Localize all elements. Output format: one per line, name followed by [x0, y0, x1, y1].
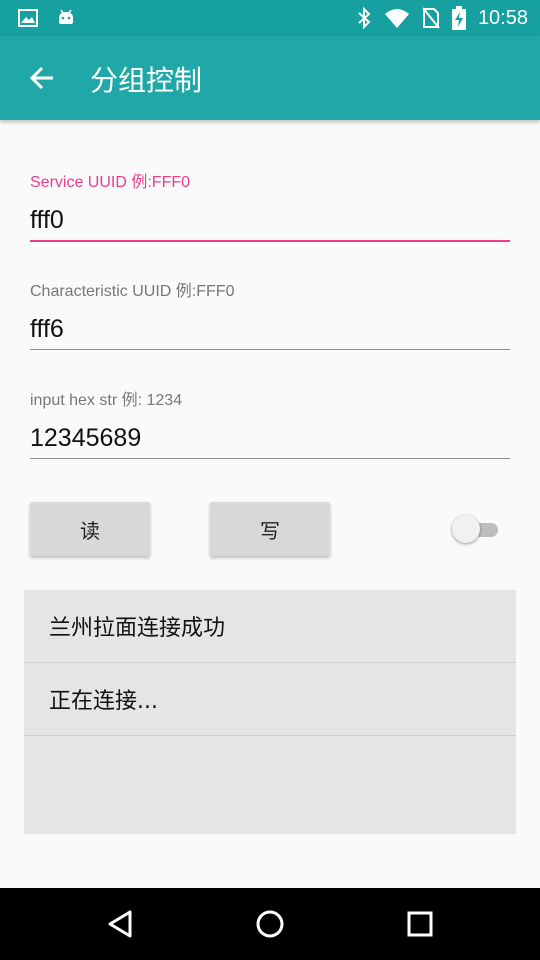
- characteristic-uuid-input[interactable]: fff6: [30, 309, 510, 349]
- switch-thumb: [452, 515, 480, 543]
- characteristic-uuid-field[interactable]: Characteristic UUID 例:FFF0 fff6: [30, 277, 510, 350]
- log-list: 兰州拉面连接成功 正在连接...: [24, 590, 516, 834]
- characteristic-uuid-label: Characteristic UUID 例:FFF0: [30, 283, 235, 300]
- hex-input[interactable]: 12345689: [30, 418, 510, 458]
- square-recents-icon: [407, 911, 433, 937]
- status-bar: 10:58: [0, 0, 540, 36]
- no-sim-icon: [422, 7, 440, 29]
- triangle-back-icon: [108, 910, 132, 938]
- navigation-bar: [0, 888, 540, 960]
- nav-home-button[interactable]: [252, 906, 288, 942]
- circle-home-icon: [256, 910, 284, 938]
- bluetooth-icon: [358, 7, 371, 29]
- list-item[interactable]: 正在连接...: [24, 663, 516, 736]
- toggle-switch[interactable]: [452, 515, 500, 545]
- read-button[interactable]: 读: [30, 502, 150, 556]
- app-bar: 分组控制: [0, 36, 540, 120]
- hex-input-underline: [30, 458, 510, 459]
- back-button[interactable]: [24, 60, 60, 96]
- hex-input-field[interactable]: input hex str 例: 1234 12345689: [30, 386, 510, 459]
- service-uuid-underline: [30, 240, 510, 242]
- service-uuid-label: Service UUID 例:FFF0: [30, 174, 191, 191]
- nav-recents-button[interactable]: [402, 906, 438, 942]
- android-icon: [59, 9, 73, 24]
- arrow-back-icon: [29, 66, 53, 90]
- characteristic-uuid-underline: [30, 349, 510, 350]
- page-title: 分组控制: [90, 64, 203, 97]
- battery-charging-icon: [451, 6, 466, 30]
- list-item[interactable]: 兰州拉面连接成功: [24, 590, 516, 663]
- write-button[interactable]: 写: [210, 502, 330, 556]
- service-uuid-field[interactable]: Service UUID 例:FFF0 fff0: [30, 168, 510, 242]
- service-uuid-input[interactable]: fff0: [30, 200, 510, 240]
- hex-input-label: input hex str 例: 1234: [30, 392, 183, 409]
- wifi-icon: [384, 9, 409, 28]
- nav-back-button[interactable]: [102, 906, 138, 942]
- status-time: 10:58: [477, 6, 528, 29]
- image-icon: [18, 9, 38, 27]
